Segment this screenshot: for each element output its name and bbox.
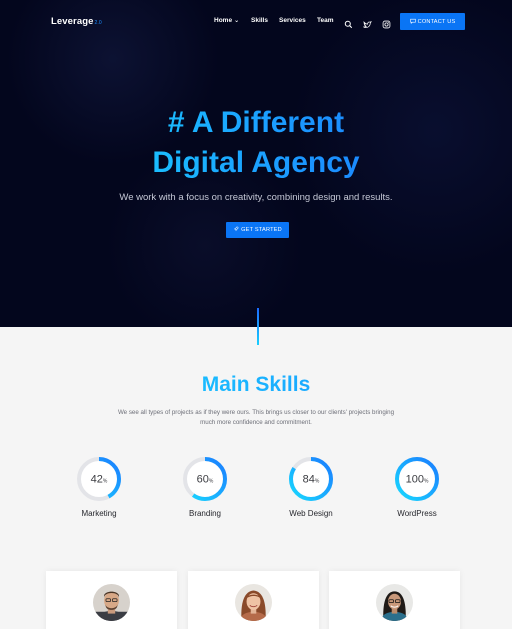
- skill-wordpress: 100% WordPress: [377, 456, 457, 518]
- nav-item-team[interactable]: Team: [317, 17, 334, 24]
- skill-progress-ring: 42%: [77, 457, 121, 501]
- skill-progress-ring: 60%: [183, 457, 227, 501]
- hero-title-line1: # A Different: [167, 106, 345, 139]
- get-started-label: GET STARTED: [241, 227, 282, 233]
- team-card: [188, 571, 319, 629]
- instagram-icon[interactable]: [382, 16, 391, 29]
- scroll-indicator-line: [257, 308, 259, 345]
- twitter-icon[interactable]: [362, 16, 372, 29]
- skill-label: Marketing: [81, 509, 117, 518]
- rocket-icon: [233, 226, 239, 234]
- skill-percent-unit: %: [424, 479, 429, 485]
- get-started-button[interactable]: GET STARTED: [226, 222, 289, 238]
- avatar: [376, 584, 413, 621]
- avatar: [235, 584, 272, 621]
- nav-item-home[interactable]: Home ⌄: [214, 17, 239, 24]
- skill-percent-unit: %: [209, 479, 214, 485]
- skill-label: WordPress: [397, 509, 437, 518]
- skill-progress-ring: 84%: [289, 457, 333, 501]
- skills-description-line1: We see all types of projects as if they …: [117, 409, 395, 416]
- chevron-down-icon: ⌄: [234, 18, 240, 24]
- nav-item-skills[interactable]: Skills: [251, 17, 268, 24]
- logo[interactable]: Leverage2.0: [51, 16, 102, 27]
- hero-title-line2: Digital Agency: [152, 146, 360, 179]
- skill-percent-unit: %: [103, 479, 108, 485]
- skills-description-line2: much more confidence and commitment.: [200, 418, 312, 426]
- team-card: [46, 571, 177, 629]
- skill-progress-ring: 100%: [395, 457, 439, 501]
- search-icon[interactable]: [344, 16, 353, 29]
- skill-branding: 60% Branding: [165, 456, 245, 518]
- skills-title: Main Skills: [0, 373, 512, 397]
- hero-subtitle: We work with a focus on creativity, comb…: [119, 192, 393, 203]
- navbar: Leverage2.0 Home ⌄ Skills Services Team C…: [0, 0, 512, 44]
- team-card: [329, 571, 460, 629]
- logo-version: 2.0: [94, 20, 102, 26]
- nav-item-home-label: Home: [214, 17, 233, 24]
- skill-label: Branding: [188, 509, 222, 518]
- hero-title: # A Different Digital Agency: [0, 103, 512, 183]
- hero-section: Leverage2.0 Home ⌄ Skills Services Team C…: [0, 0, 512, 327]
- avatar: [93, 584, 130, 621]
- nav-item-services[interactable]: Services: [279, 17, 306, 24]
- skill-marketing: 42% Marketing: [59, 456, 139, 518]
- skills-description: We see all types of projects as if they …: [100, 408, 412, 427]
- skill-percent-unit: %: [315, 479, 320, 485]
- skill-label: Web Design: [289, 509, 333, 518]
- chat-icon: [409, 18, 416, 26]
- logo-text: Leverage: [51, 16, 94, 27]
- skill-web-design: 84% Web Design: [271, 456, 351, 518]
- contact-us-label: CONTACT US: [417, 18, 456, 25]
- contact-us-button[interactable]: CONTACT US: [400, 13, 465, 30]
